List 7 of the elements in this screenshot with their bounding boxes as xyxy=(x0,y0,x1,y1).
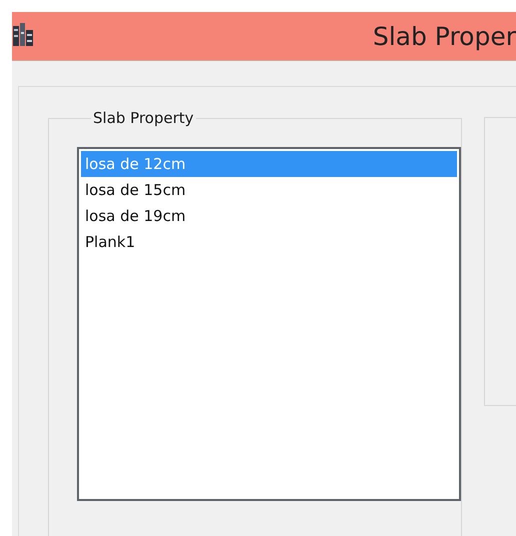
list-item[interactable]: Plank1 xyxy=(81,229,457,255)
slab-listbox[interactable]: losa de 12cm losa de 15cm losa de 19cm Plank1 xyxy=(77,147,461,501)
window-title: Slab Proper xyxy=(372,22,516,50)
group-title: Slab Property xyxy=(92,109,195,127)
list-item[interactable]: losa de 15cm xyxy=(81,177,457,203)
list-item[interactable]: losa de 19cm xyxy=(81,203,457,229)
buildings-icon xyxy=(12,22,34,46)
